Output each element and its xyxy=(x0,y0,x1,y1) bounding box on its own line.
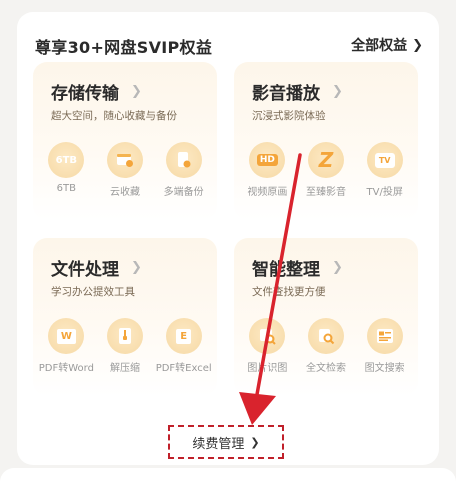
pdf-to-excel-icon: E xyxy=(165,318,202,354)
feature-row: 6TB 6TB 云收藏 多端备份 xyxy=(33,142,217,198)
card-storage-transfer[interactable]: 存储传输 ❯ 超大空间，随心收藏与备份 6TB 6TB 云收藏 多端备份 xyxy=(33,62,217,220)
card-subtitle: 文件查找更方便 xyxy=(252,286,326,298)
feature-label: 云收藏 xyxy=(110,187,140,198)
svip-benefits-panel: 尊享30+网盘SVIP权益 全部权益 ❯ 存储传输 ❯ 超大空间，随心收藏与备份… xyxy=(17,12,439,465)
feature-label: 至臻影音 xyxy=(306,187,346,198)
feature-cloud-collect[interactable]: 云收藏 xyxy=(96,142,155,198)
feature-pdf-to-word[interactable]: W PDF转Word xyxy=(37,318,96,374)
card-file-processing[interactable]: 文件处理 ❯ 学习办公提效工具 W PDF转Word 解压缩 E PDF转Exc… xyxy=(33,238,217,396)
feature-label: 多端备份 xyxy=(163,187,204,198)
hd-icon: HD xyxy=(249,142,286,178)
all-rights-label: 全部权益 xyxy=(351,38,408,54)
card-title-text: 存储传输 xyxy=(51,84,119,104)
cloud-collect-icon xyxy=(107,142,143,178)
feature-label: 图片识图 xyxy=(247,363,288,374)
chevron-right-icon: ❯ xyxy=(131,84,142,99)
feature-row: HD 视频原画 Z 至臻影音 TV TV/投屏 xyxy=(234,142,418,198)
feature-image-text-search[interactable]: 图文搜索 xyxy=(355,318,414,374)
card-title: 存储传输 ❯ xyxy=(51,79,142,104)
feature-fulltext-search[interactable]: 全文检索 xyxy=(297,318,356,374)
card-title-text: 影音播放 xyxy=(252,84,320,104)
card-media-playback[interactable]: 影音播放 ❯ 沉浸式影院体验 HD 视频原画 Z 至臻影音 TV TV/投屏 xyxy=(234,62,418,220)
card-title: 影音播放 ❯ xyxy=(252,79,343,104)
feature-label: 全文检索 xyxy=(306,363,346,374)
6tb-icon: 6TB xyxy=(48,142,85,178)
all-rights-link[interactable]: 全部权益 ❯ xyxy=(351,35,423,55)
card-title: 文件处理 ❯ xyxy=(51,255,142,280)
multi-backup-icon xyxy=(165,142,202,178)
card-title-text: 文件处理 xyxy=(51,260,119,280)
feature-image-recognition[interactable]: 图片识图 xyxy=(238,318,297,374)
bottom-panel xyxy=(0,468,456,487)
feature-tv-cast[interactable]: TV TV/投屏 xyxy=(355,142,414,198)
feature-label: TV/投屏 xyxy=(366,187,403,198)
renew-label: 续费管理 xyxy=(192,436,245,452)
image-text-search-icon xyxy=(366,318,403,354)
feature-label: 解压缩 xyxy=(110,363,140,374)
card-smart-organize[interactable]: 智能整理 ❯ 文件查找更方便 图片识图 全文检索 图文搜索 xyxy=(234,238,418,396)
premium-audio-icon: Z xyxy=(308,142,344,178)
feature-unzip[interactable]: 解压缩 xyxy=(96,318,155,374)
tv-icon: TV xyxy=(366,142,403,178)
feature-label: 视频原画 xyxy=(247,187,288,198)
chevron-right-icon: ❯ xyxy=(131,260,142,275)
card-subtitle: 超大空间，随心收藏与备份 xyxy=(51,110,177,122)
feature-label: 图文搜索 xyxy=(364,363,405,374)
feature-premium-audio[interactable]: Z 至臻影音 xyxy=(297,142,356,198)
pdf-to-word-icon: W xyxy=(48,318,85,354)
panel-header: 尊享30+网盘SVIP权益 全部权益 ❯ xyxy=(17,34,439,60)
chevron-right-icon: ❯ xyxy=(412,37,423,53)
feature-hd[interactable]: HD 视频原画 xyxy=(238,142,297,198)
feature-label: 6TB xyxy=(56,183,76,194)
renew-management-button[interactable]: 续费管理 ❯ xyxy=(168,425,284,459)
chevron-right-icon: ❯ xyxy=(332,260,343,275)
feature-multi-backup[interactable]: 多端备份 xyxy=(154,142,213,198)
fulltext-search-icon xyxy=(308,318,344,354)
unzip-icon xyxy=(107,318,143,354)
feature-label: PDF转Excel xyxy=(155,363,212,374)
panel-title: 尊享30+网盘SVIP权益 xyxy=(35,38,213,57)
card-subtitle: 沉浸式影院体验 xyxy=(252,110,326,122)
feature-label: PDF转Word xyxy=(38,363,94,374)
feature-row: W PDF转Word 解压缩 E PDF转Excel xyxy=(33,318,217,374)
chevron-right-icon: ❯ xyxy=(250,435,260,449)
card-subtitle: 学习办公提效工具 xyxy=(51,286,135,298)
card-title: 智能整理 ❯ xyxy=(252,255,343,280)
feature-row: 图片识图 全文检索 图文搜索 xyxy=(234,318,418,374)
card-title-text: 智能整理 xyxy=(252,260,320,280)
image-recognition-icon xyxy=(249,318,286,354)
chevron-right-icon: ❯ xyxy=(332,84,343,99)
feature-pdf-to-excel[interactable]: E PDF转Excel xyxy=(154,318,213,374)
feature-6tb[interactable]: 6TB 6TB xyxy=(37,142,96,198)
